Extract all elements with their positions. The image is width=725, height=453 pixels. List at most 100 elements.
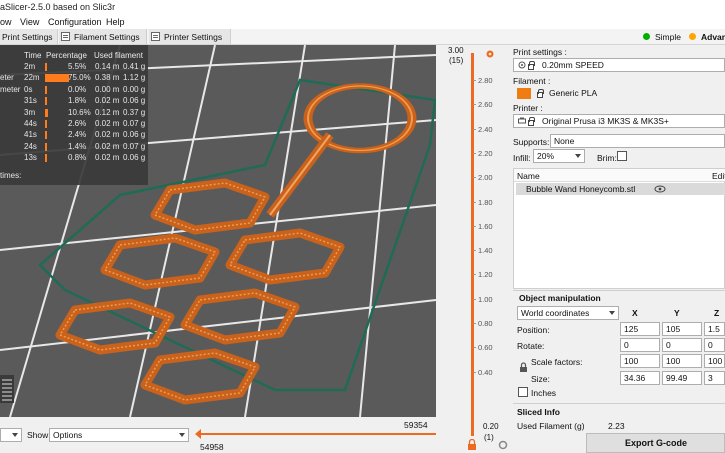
legend-percentage-bar — [45, 63, 47, 71]
cog-icon — [518, 61, 526, 69]
advanced-mode-icon — [689, 33, 696, 40]
list-item[interactable]: Bubble Wand Honeycomb.stl — [516, 183, 725, 195]
legend-row: 44s 2.6% 0.02 m 0.07 g — [0, 119, 148, 130]
scale-z-input[interactable]: 100 — [704, 354, 725, 368]
brim-checkbox[interactable] — [617, 151, 627, 161]
cog-icon[interactable] — [485, 49, 495, 59]
legend-time: 0s — [24, 84, 33, 94]
honeycomb-infill — [58, 182, 342, 401]
legend-used-m: 0.02 m — [95, 130, 120, 140]
view-type-select[interactable] — [0, 428, 22, 442]
layer-bottom-index: (1) — [484, 433, 494, 442]
show-options-select[interactable]: Options — [49, 428, 189, 442]
filament-profile-combo[interactable]: Generic PLA — [513, 87, 725, 101]
tab-filament-settings[interactable]: Filament Settings — [59, 29, 147, 44]
settings-cog-icon[interactable] — [498, 440, 508, 450]
menu-configuration[interactable]: Configuration — [48, 17, 102, 27]
rotate-y-input[interactable]: 0 — [662, 338, 702, 352]
printer-profile-combo[interactable]: Original Prusa i3 MK3S & MK3S+ — [513, 114, 725, 128]
legend-percentage: 5.5% — [68, 62, 87, 71]
menu-help[interactable]: Help — [106, 17, 125, 27]
legend-used-m: 0.38 m — [95, 73, 120, 83]
rotate-label: Rotate: — [517, 341, 545, 351]
rotate-x-input[interactable]: 0 — [620, 338, 660, 352]
printer-sheet-icon — [151, 32, 160, 41]
legend-percentage: 1.4% — [68, 141, 87, 151]
legend-footer: times: — [0, 171, 22, 180]
tab-print-settings[interactable]: Print Settings — [0, 29, 58, 44]
column-name[interactable]: Name — [517, 171, 540, 181]
vertical-layer-slider[interactable] — [471, 53, 474, 436]
position-y-input[interactable]: 105 — [662, 322, 702, 336]
lock-icon[interactable] — [467, 439, 477, 451]
print-settings-label: Print settings : — [513, 47, 567, 57]
legend-time: 3m — [24, 107, 36, 117]
inches-checkbox[interactable] — [518, 387, 528, 397]
inches-label: Inches — [531, 388, 557, 398]
print-profile-value: 0.20mm SPEED — [542, 60, 604, 70]
legend-row: eter 22m 75.0% 0.38 m 1.12 g — [0, 73, 148, 84]
menu-window[interactable]: ow — [0, 17, 12, 27]
chevron-down-icon — [179, 433, 185, 437]
legend-used-m: 0.12 m — [95, 107, 120, 117]
legend-used-g: 0.37 g — [123, 107, 146, 117]
size-y-input[interactable]: 99.49 — [662, 371, 702, 385]
position-x-input[interactable]: 125 — [620, 322, 660, 336]
supports-value: None — [554, 136, 575, 146]
horizontal-move-slider[interactable] — [195, 429, 438, 439]
legend-time: 41s — [24, 130, 37, 140]
layer-height-tick: 1.40 — [473, 246, 493, 256]
legend-time: 31s — [24, 96, 37, 106]
mode-advanced-label: Advar — [701, 31, 725, 42]
mode-simple[interactable]: Simple — [643, 29, 681, 44]
printer-profile-value: Original Prusa i3 MK3S & MK3S+ — [542, 116, 669, 126]
filament-profile-value: Generic PLA — [549, 88, 598, 98]
legend-percentage-bar — [45, 154, 47, 163]
layer-height-tick: 2.40 — [473, 124, 493, 134]
legend-used-m: 0.00 m — [95, 84, 120, 94]
scale-label: Scale factors: — [531, 357, 583, 367]
coordinates-select[interactable]: World coordinates — [517, 306, 619, 320]
legend-row: meter 0s 0.0% 0.00 m 0.00 g — [0, 85, 148, 96]
legend-used-g: 1.12 g — [123, 73, 146, 83]
legend-time: 22m — [24, 73, 40, 83]
chevron-down-icon — [12, 433, 18, 437]
legend-percentage-bar — [45, 108, 49, 117]
legend-used-m: 0.02 m — [95, 96, 120, 106]
legend-row: 41s 2.4% 0.02 m 0.06 g — [0, 130, 148, 141]
export-gcode-button[interactable]: Export G-code — [586, 433, 725, 453]
position-label: Position: — [517, 325, 550, 335]
scale-y-input[interactable]: 100 — [662, 354, 702, 368]
printer-icon — [518, 117, 526, 124]
infill-label: Infill: — [513, 153, 531, 163]
legend-used-g: 0.06 g — [123, 153, 146, 163]
infill-select[interactable]: 20% — [533, 149, 585, 163]
supports-select[interactable]: None — [550, 134, 725, 148]
object-list[interactable]: Name Edit Bubble Wand Honeycomb.stl — [513, 168, 725, 289]
tab-printer-settings[interactable]: Printer Settings — [149, 29, 231, 44]
tab-label: Filament Settings — [74, 31, 140, 42]
size-x-input[interactable]: 34.36 — [620, 371, 660, 385]
legend-percentage: 10.6% — [68, 107, 91, 117]
lock-icon[interactable] — [519, 362, 528, 373]
axis-x-label: X — [632, 308, 638, 318]
filament-color-swatch[interactable] — [517, 88, 531, 99]
tab-label: Printer Settings — [164, 31, 223, 42]
mode-advanced[interactable]: Advar — [689, 29, 725, 44]
position-z-input[interactable]: 1.5 — [704, 322, 725, 336]
size-z-input[interactable]: 3 — [704, 371, 725, 385]
legend-time: 24s — [24, 141, 37, 151]
scale-x-input[interactable]: 100 — [620, 354, 660, 368]
legend-percentage-bar — [45, 97, 47, 106]
layers-view-icon[interactable] — [0, 375, 14, 403]
simple-mode-icon — [643, 33, 650, 40]
layer-height-tick: 2.80 — [473, 76, 493, 85]
column-edit[interactable]: Edit — [712, 171, 725, 181]
eye-icon[interactable] — [654, 185, 666, 193]
legend-percentage-bar — [45, 74, 69, 83]
show-label: Show — [27, 430, 49, 440]
rotate-z-input[interactable]: 0 — [704, 338, 725, 352]
print-profile-combo[interactable]: 0.20mm SPEED — [513, 58, 725, 72]
legend-percentage: 2.6% — [68, 119, 87, 128]
menu-view[interactable]: View — [20, 17, 39, 27]
